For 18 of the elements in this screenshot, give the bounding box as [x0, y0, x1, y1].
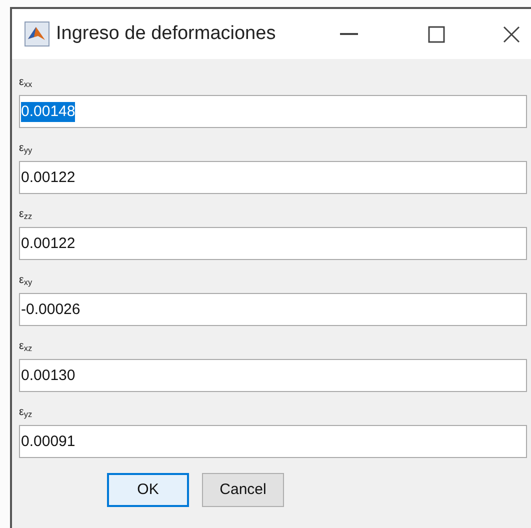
window-title: Ingreso de deformaciones	[56, 22, 276, 46]
field-label: ε$_{xy}$	[19, 273, 32, 290]
input-field[interactable]: 0.00148	[19, 95, 527, 128]
field-label: ε$_{yz}$	[19, 405, 32, 422]
dialog-button[interactable]: Cancel	[202, 473, 284, 507]
field-label: ε$_{yy}$	[19, 141, 32, 158]
dialog-button[interactable]: OK	[107, 473, 189, 507]
maximize-icon[interactable]	[428, 26, 445, 42]
field-label: ε$_{xx}$	[19, 75, 32, 92]
app-logo-icon	[24, 21, 50, 47]
field-label: ε$_{xz}$	[19, 339, 32, 356]
field-label: ε$_{zz}$	[19, 207, 32, 224]
close-icon[interactable]	[503, 26, 520, 42]
input-field[interactable]: 0.00130	[19, 359, 527, 392]
input-field[interactable]: 0.00122	[19, 161, 527, 194]
input-field[interactable]: -0.00026	[19, 293, 527, 326]
input-field[interactable]: 0.00122	[19, 227, 527, 260]
input-field[interactable]: 0.00091	[19, 425, 527, 458]
